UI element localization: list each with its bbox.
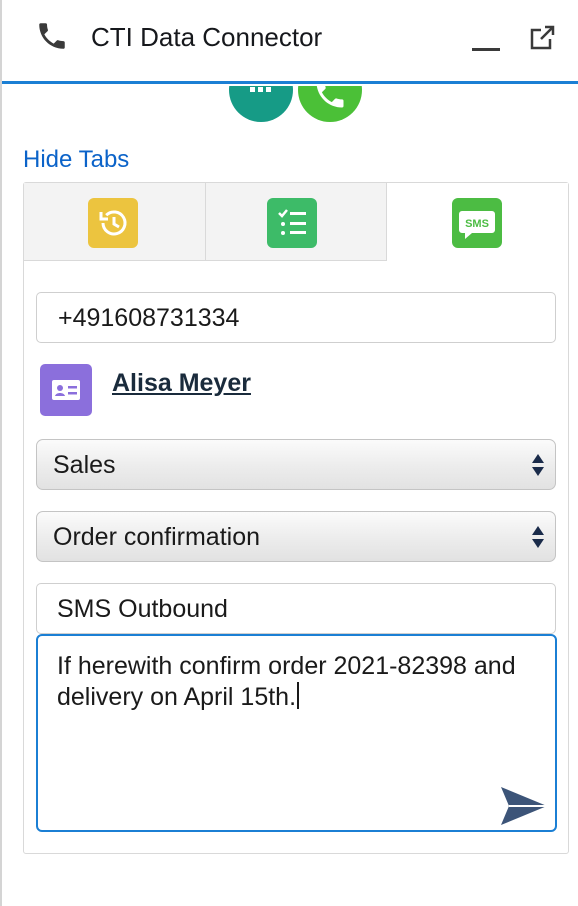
sms-icon: SMS (452, 198, 502, 248)
window-left-border (0, 0, 2, 906)
window-title: CTI Data Connector (91, 22, 323, 52)
message-text: If herewith confirm order 2021-82398 and… (57, 652, 516, 711)
template-select-value: Order confirmation (53, 523, 261, 551)
template-select[interactable]: Order confirmation (36, 511, 556, 562)
text-cursor (297, 682, 300, 709)
phone-icon (35, 19, 69, 53)
tab-bar: SMS (24, 183, 568, 261)
phone-number-input[interactable]: +491608731334 (36, 292, 556, 343)
message-textarea[interactable]: If herewith confirm order 2021-82398 and… (36, 634, 557, 832)
category-select[interactable]: Sales (36, 439, 556, 490)
hide-tabs-link[interactable]: Hide Tabs (23, 146, 129, 174)
tab-history[interactable] (24, 183, 206, 261)
dialpad-button[interactable] (229, 86, 293, 122)
category-select-value: Sales (53, 451, 116, 479)
task-list-icon (267, 198, 317, 248)
select-arrows-icon (532, 526, 544, 548)
tab-tasks[interactable] (206, 183, 387, 261)
contact-card-icon (40, 364, 92, 416)
popout-icon[interactable] (528, 24, 556, 52)
sms-icon-label: SMS (465, 218, 489, 230)
sms-panel: SMS +491608731334 Alisa Meyer Sales Orde… (23, 182, 569, 854)
send-icon[interactable] (499, 784, 549, 828)
history-icon (88, 198, 138, 248)
call-icon (316, 86, 344, 108)
call-button[interactable] (298, 86, 362, 122)
contact-name-link[interactable]: Alisa Meyer (112, 369, 251, 398)
subject-input[interactable]: SMS Outbound (36, 583, 556, 634)
minimize-icon[interactable] (472, 48, 500, 51)
dialpad-icon (250, 87, 271, 92)
select-arrows-icon (532, 454, 544, 476)
header-bar: CTI Data Connector (2, 0, 578, 84)
tab-sms[interactable]: SMS (387, 183, 568, 261)
